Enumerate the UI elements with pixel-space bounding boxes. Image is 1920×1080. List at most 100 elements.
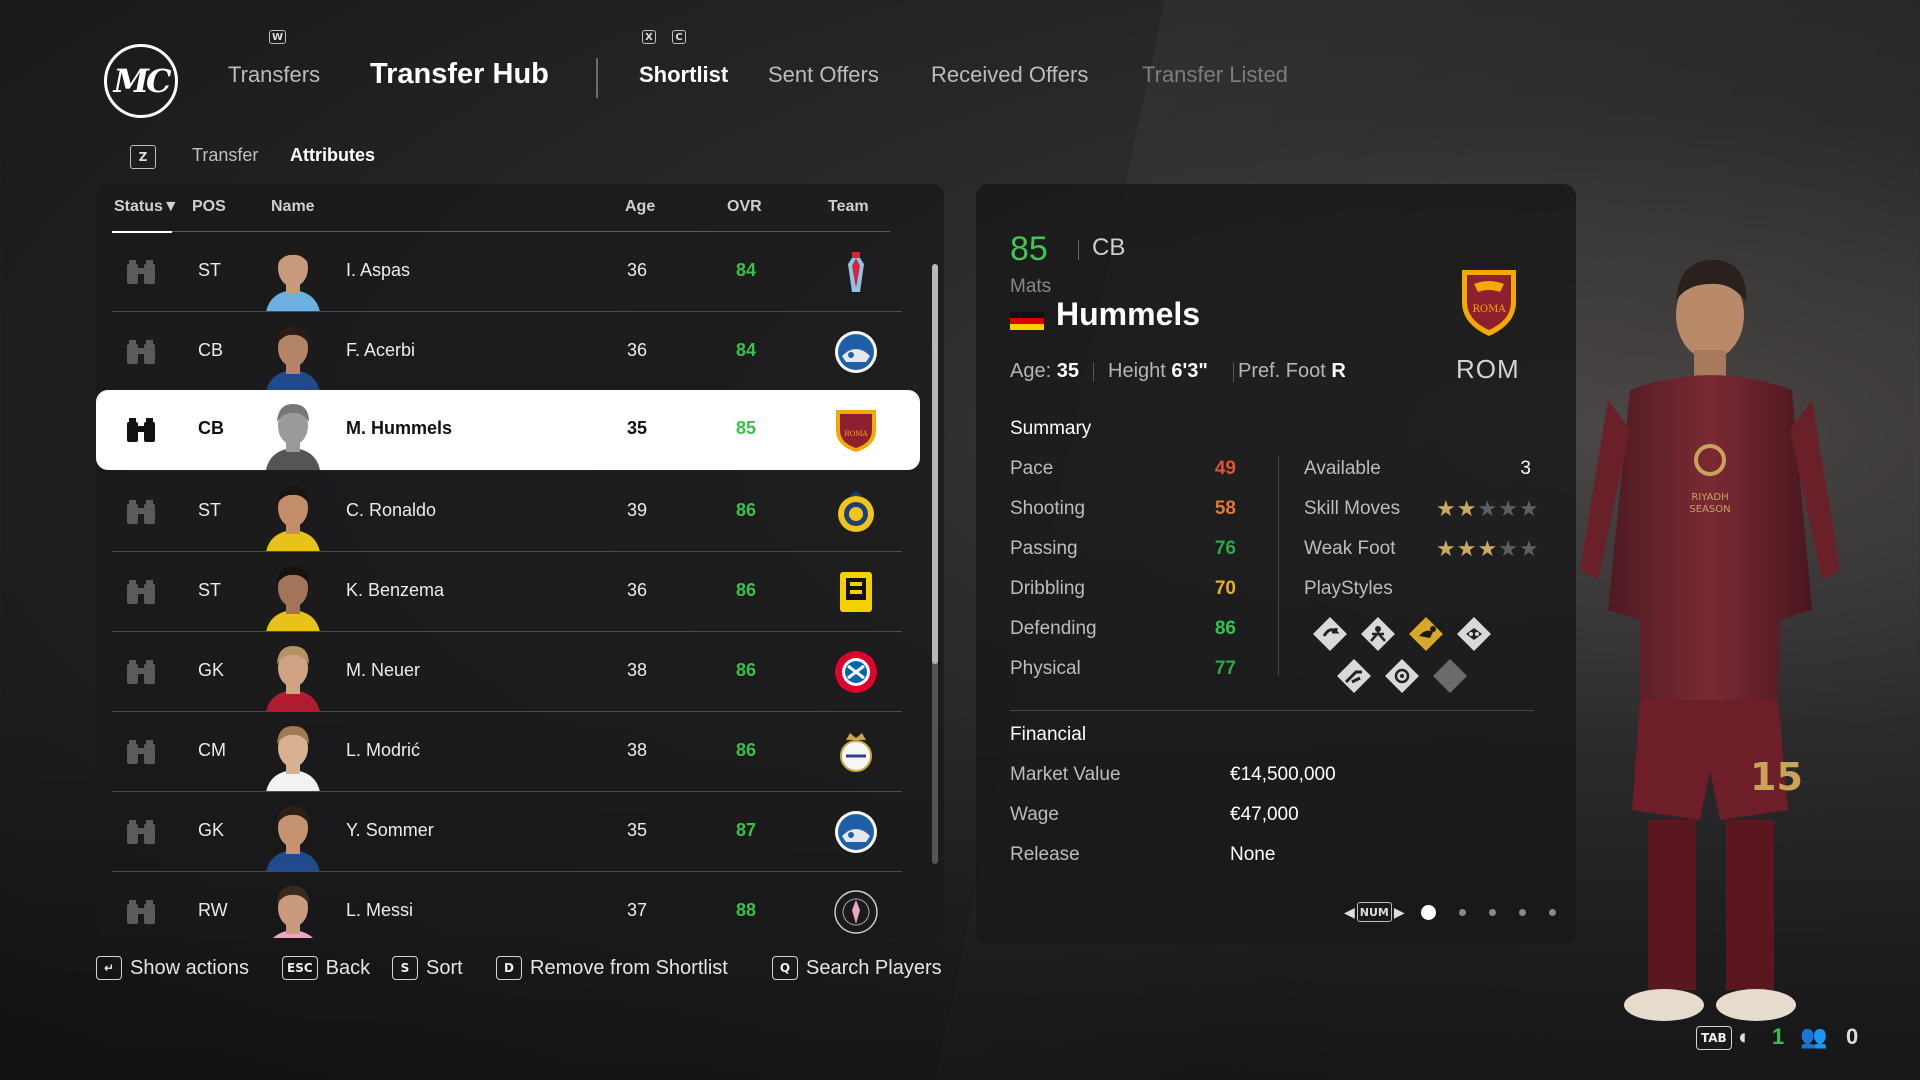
stat-value-physical: 77 <box>1214 658 1236 679</box>
col-status[interactable]: Status▼ <box>114 198 179 216</box>
playstyle-plus-aerial-icon[interactable] <box>1406 614 1446 654</box>
roma-crest-icon: ROMA <box>1456 262 1522 338</box>
subtab-attributes[interactable]: Attributes <box>290 145 375 166</box>
stat-value-shooting: 58 <box>1214 498 1236 519</box>
shortlist-binoculars-icon[interactable] <box>124 416 158 444</box>
shortlist-binoculars-icon[interactable] <box>124 498 158 526</box>
table-row[interactable]: CB F. Acerbi 36 84 <box>112 312 902 392</box>
subtab-transfer[interactable]: Transfer <box>192 145 258 166</box>
player-portrait <box>262 716 324 792</box>
tab-received-offers[interactable]: Received Offers <box>931 62 1088 88</box>
player-position: ST <box>198 580 222 600</box>
stat-value-pace: 49 <box>1214 458 1236 479</box>
player-height: Height 6'3" <box>1108 360 1208 382</box>
player-position: GK <box>198 660 225 680</box>
nav-transfer-hub[interactable]: Transfer Hub <box>370 58 549 91</box>
playstyles-label: PlayStyles <box>1304 578 1393 599</box>
tab-transfer-listed[interactable]: Transfer Listed <box>1142 62 1288 88</box>
playstyle-block-icon[interactable] <box>1358 614 1398 654</box>
back-button[interactable]: ESC Back <box>282 956 370 980</box>
star-icon: ★ <box>1477 496 1499 521</box>
shortlist-binoculars-icon[interactable] <box>124 338 158 366</box>
page-dot[interactable] <box>1458 908 1466 916</box>
player-name: L. Modrić <box>346 740 421 760</box>
table-row[interactable]: ST C. Ronaldo 39 86 <box>112 472 902 552</box>
col-pos[interactable]: POS <box>192 198 226 216</box>
release-label: Release <box>1010 844 1080 865</box>
stat-label-dribbling: Dribbling <box>1010 578 1085 599</box>
inter-badge-icon <box>832 328 880 376</box>
player-portrait <box>262 556 324 632</box>
enter-key-icon: ↵ <box>96 956 122 980</box>
playstyle-anticipate-icon[interactable] <box>1310 614 1350 654</box>
col-age[interactable]: Age <box>625 198 655 216</box>
stat-label-defending: Defending <box>1010 618 1097 639</box>
player-name: I. Aspas <box>346 260 411 280</box>
player-portrait <box>262 636 324 712</box>
col-name[interactable]: Name <box>271 198 315 216</box>
player-name: M. Neuer <box>346 660 421 680</box>
skill-moves-label: Skill Moves <box>1304 498 1401 519</box>
stat-label-pace: Pace <box>1010 458 1054 479</box>
chevron-left-icon[interactable]: ◀ <box>1344 904 1355 921</box>
page-indicator[interactable]: ◀ NUM ▶ <box>1344 902 1556 922</box>
shortlist-binoculars-icon[interactable] <box>124 658 158 686</box>
nav-transfers[interactable]: Transfers <box>228 62 320 88</box>
key-hint-w: W <box>269 30 287 44</box>
shortlist-binoculars-icon[interactable] <box>124 898 158 926</box>
star-icon: ★ <box>1518 496 1540 521</box>
playstyle-bruiser-icon[interactable] <box>1454 614 1494 654</box>
show-actions-button[interactable]: ↵ Show actions <box>96 956 249 980</box>
player-detail-panel: 85 CB Mats Hummels Age: 35 Height 6'3" P… <box>976 184 1576 944</box>
player-ovr: 85 <box>1010 230 1048 268</box>
shortlist-binoculars-icon[interactable] <box>124 738 158 766</box>
player-ovr: 85 <box>736 418 757 438</box>
col-ovr[interactable]: OVR <box>727 198 762 216</box>
page-dot[interactable] <box>1518 908 1526 916</box>
tab-sent-offers[interactable]: Sent Offers <box>768 62 879 88</box>
nav-divider <box>596 58 598 98</box>
search-players-button[interactable]: Q Search Players <box>772 956 942 980</box>
svg-text:ROMA: ROMA <box>1472 304 1506 315</box>
table-row[interactable]: ST I. Aspas 36 84 <box>112 232 902 312</box>
shortlist-binoculars-icon[interactable] <box>124 578 158 606</box>
table-row[interactable]: RW L. Messi 37 88 <box>112 872 902 938</box>
page-dot[interactable] <box>1420 904 1436 920</box>
shortlist-table: Status▼ POS Name Age OVR Team ST I. Aspa… <box>96 184 944 938</box>
table-row[interactable]: CM L. Modrić 38 86 <box>112 712 902 792</box>
real-madrid-badge-icon <box>832 728 880 776</box>
scrollbar-thumb[interactable] <box>932 264 938 664</box>
chevron-right-icon[interactable]: ▶ <box>1394 904 1405 921</box>
tab-shortlist[interactable]: Shortlist <box>639 62 728 88</box>
stat-value-dribbling: 70 <box>1214 578 1236 599</box>
table-row[interactable]: ST K. Benzema 36 86 <box>112 552 902 632</box>
player-portrait <box>262 796 324 872</box>
playstyle-slide-tackle-icon[interactable] <box>1334 656 1374 696</box>
page-dot[interactable] <box>1488 908 1496 916</box>
table-row[interactable]: GK Y. Sommer 35 87 <box>112 792 902 872</box>
available-value: 3 <box>1520 458 1531 479</box>
remove-from-shortlist-button[interactable]: D Remove from Shortlist <box>496 956 728 980</box>
career-mode-logo: MC <box>104 44 178 118</box>
release-value: None <box>1230 844 1276 865</box>
shortlist-binoculars-icon[interactable] <box>124 258 158 286</box>
player-position: CM <box>198 740 226 760</box>
key-hint-tab: TAB <box>1696 1026 1732 1050</box>
sort-button[interactable]: S Sort <box>392 956 463 980</box>
stat-label-physical: Physical <box>1010 658 1081 679</box>
star-icon: ★ <box>1518 536 1540 561</box>
table-row[interactable]: CB M. Hummels 35 85 ROMA <box>96 390 920 470</box>
star-icon: ★ <box>1456 496 1478 521</box>
page-dot[interactable] <box>1548 908 1556 916</box>
player-age: 36 <box>627 580 648 600</box>
market-value-label: Market Value <box>1010 764 1121 785</box>
shortlist-binoculars-icon[interactable] <box>124 818 158 846</box>
skill-moves-stars: ★★★★★ <box>1436 496 1540 522</box>
al-ittihad-badge-icon <box>832 568 880 616</box>
playstyle-intercept-icon[interactable] <box>1382 656 1422 696</box>
col-team[interactable]: Team <box>828 198 869 216</box>
table-row[interactable]: GK M. Neuer 38 86 <box>112 632 902 712</box>
player-name: M. Hummels <box>346 418 453 438</box>
player-age: 35 <box>627 820 648 840</box>
svg-text:RIYADH: RIYADH <box>1691 492 1728 503</box>
